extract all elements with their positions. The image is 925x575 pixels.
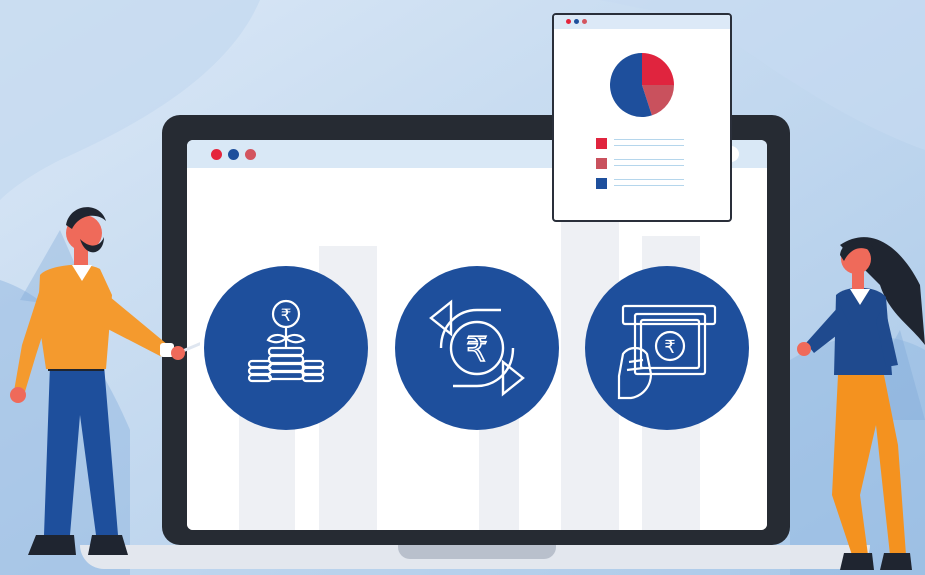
- legend-swatch-rose: [596, 158, 607, 169]
- svg-text:₹: ₹: [664, 337, 675, 357]
- presenter-man: [10, 207, 200, 555]
- legend-swatch-red: [596, 138, 607, 149]
- investment-circle[interactable]: ₹: [204, 266, 368, 430]
- rupee-coin-plant-icon: ₹: [247, 299, 325, 383]
- exchange-circle[interactable]: ₹: [395, 266, 559, 430]
- popup-dot-red: [566, 19, 571, 24]
- legend-line: [614, 139, 684, 140]
- pie-chart-window: [552, 13, 732, 222]
- pie-chart: [610, 53, 674, 118]
- popup-dot-blue: [574, 19, 579, 24]
- window-dot-red: [211, 149, 222, 160]
- svg-text:₹: ₹: [466, 331, 488, 369]
- rupee-cash-withdraw-icon: ₹: [617, 304, 717, 400]
- legend-line: [614, 179, 684, 180]
- popup-title-bar: [554, 15, 730, 29]
- presenter-woman: [797, 237, 925, 570]
- popup-dot-rose: [582, 19, 587, 24]
- window-dot-blue: [228, 149, 239, 160]
- window-dot-rose: [245, 149, 256, 160]
- legend-row: [596, 138, 686, 150]
- legend-swatch-blue: [596, 178, 607, 189]
- laptop-notch: [398, 545, 556, 559]
- legend-line: [614, 185, 684, 186]
- withdraw-circle[interactable]: ₹: [585, 266, 749, 430]
- legend-line: [614, 165, 684, 166]
- pointer-stick: [177, 342, 200, 355]
- legend-line: [614, 145, 684, 146]
- legend-line: [614, 159, 684, 160]
- legend-row: [596, 158, 686, 170]
- pie-slice-red: [642, 53, 674, 85]
- svg-text:₹: ₹: [281, 306, 292, 325]
- rupee-exchange-cycle-icon: ₹: [429, 299, 525, 397]
- legend-row: [596, 178, 686, 190]
